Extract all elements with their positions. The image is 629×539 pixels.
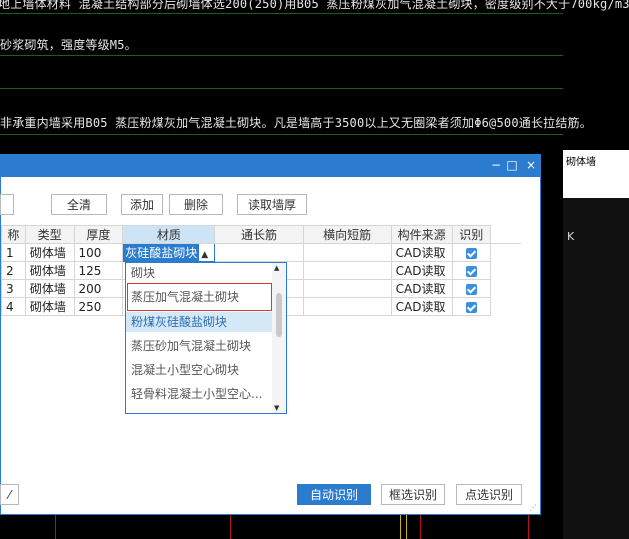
row-long-bar[interactable] — [214, 243, 304, 262]
point-identify-button[interactable]: 点选识别 — [456, 484, 522, 505]
auto-identify-button[interactable]: 自动识别 — [297, 484, 371, 505]
cad-note-line-2: 砂浆砌筑，强度等级M5。 — [0, 38, 137, 52]
side-panel-canvas — [563, 198, 629, 539]
row-thickness[interactable]: 125 — [73, 261, 124, 280]
row-short-bar[interactable] — [302, 279, 392, 298]
cad-guide-line — [0, 134, 563, 135]
maximize-button[interactable]: □ — [503, 157, 521, 173]
dropdown-option[interactable]: 蒸压砂加气混凝土砌块 — [126, 336, 276, 356]
row-short-bar[interactable] — [302, 297, 392, 316]
checkbox-checked-icon[interactable] — [465, 283, 477, 295]
box-identify-button[interactable]: 框选识别 — [381, 484, 445, 505]
side-panel — [563, 150, 629, 539]
column-filler — [489, 225, 522, 244]
cad-yellow-line — [400, 515, 401, 539]
row-type: 砌体墙 — [24, 261, 75, 280]
add-button[interactable]: 添加 — [121, 194, 163, 215]
row-short-bar[interactable] — [302, 243, 392, 262]
row-type: 砌体墙 — [24, 279, 75, 298]
cad-note-line-3: 非承重内墙采用B05 蒸压粉煤灰加气混凝土砌块。凡是墙高于3500以上又无圈梁者… — [0, 116, 592, 130]
dropdown-option[interactable]: 砌块 — [126, 263, 276, 283]
material-dropdown[interactable]: 砌块 蒸压加气混凝土砌块 粉煤灰硅酸盐砌块 蒸压砂加气混凝土砌块 混凝土小型空心… — [125, 262, 287, 414]
row-thickness[interactable]: 250 — [73, 297, 124, 316]
dropdown-option[interactable]: 轻骨料混凝土小型空心... — [126, 384, 276, 404]
row-id: 4 — [1, 297, 26, 316]
row-source: CAD读取 — [390, 297, 453, 316]
checkbox-checked-icon[interactable] — [465, 265, 477, 277]
chevron-up-icon[interactable]: ▲ — [201, 250, 208, 260]
row-type: 砌体墙 — [24, 243, 75, 262]
close-button[interactable]: × — [522, 157, 540, 173]
dropdown-option[interactable]: 混凝土小型空心砌块 — [126, 360, 276, 380]
delete-button[interactable]: 删除 — [169, 194, 223, 215]
checkbox-checked-icon[interactable] — [465, 247, 477, 259]
cad-red-line — [528, 515, 529, 539]
row-id: 3 — [1, 279, 26, 298]
row-filler — [490, 244, 520, 262]
row-filler — [490, 262, 520, 280]
clear-all-button[interactable]: 全清 — [51, 194, 107, 215]
column-header-short-bar: 横向短筋 — [302, 225, 392, 244]
cad-guide-line — [0, 55, 563, 56]
scroll-down-arrow-icon[interactable]: ▼ — [274, 404, 279, 412]
identify-checkbox[interactable] — [451, 297, 491, 316]
column-header-long-bar: 通长筋 — [214, 225, 304, 244]
cad-guide-line — [0, 88, 563, 89]
resize-grip-icon[interactable]: ⋰ — [529, 503, 537, 512]
column-header-type: 类型 — [24, 225, 75, 244]
row-id: 2 — [1, 261, 26, 280]
column-header-name: 称 — [1, 225, 26, 244]
side-panel-tab[interactable]: 砌体墙 — [566, 153, 596, 168]
cad-red-line — [420, 515, 421, 539]
cad-red-line — [230, 515, 231, 539]
side-panel-label: K — [567, 230, 575, 243]
column-header-thickness: 厚度 — [73, 225, 124, 244]
scrollbar-thumb[interactable] — [276, 293, 282, 337]
toolbar-left-edge-button[interactable] — [0, 194, 14, 215]
row-source: CAD读取 — [390, 261, 453, 280]
cad-lower-area — [0, 515, 563, 539]
identify-checkbox[interactable] — [451, 279, 491, 298]
column-header-source: 构件来源 — [390, 225, 453, 244]
cad-note-line-1: 地上墙体材料 混凝土结构部分后砌墙体选200(250)用B05 蒸压粉煤灰加气混… — [0, 0, 629, 11]
dropdown-option[interactable]: 蒸压加气混凝土砌块 — [126, 287, 276, 307]
cad-yellow-line — [406, 515, 407, 539]
row-filler — [490, 298, 520, 316]
identify-checkbox[interactable] — [451, 261, 491, 280]
row-id: 1 — [1, 243, 26, 262]
cad-guide-line — [0, 13, 563, 14]
left-edge-button[interactable]: ⁄ — [0, 484, 19, 505]
cad-red-line — [55, 515, 56, 539]
row-thickness[interactable]: 100 — [73, 243, 124, 262]
dropdown-option-selected[interactable]: 粉煤灰硅酸盐砌块 — [126, 312, 276, 332]
column-header-material: 材质 — [122, 225, 216, 244]
row-source: CAD读取 — [390, 243, 453, 262]
dialog-titlebar[interactable]: − □ × — [1, 155, 541, 177]
scroll-up-arrow-icon[interactable]: ▲ — [274, 264, 279, 272]
dropdown-scrollbar[interactable]: ▲ ▼ — [272, 263, 286, 413]
row-thickness[interactable]: 200 — [73, 279, 124, 298]
row-type: 砌体墙 — [24, 297, 75, 316]
table-row[interactable]: 1 砌体墙 100 灰硅酸盐砌块 ▲ CAD读取 — [1, 243, 521, 262]
row-short-bar[interactable] — [302, 261, 392, 280]
identify-checkbox[interactable] — [451, 243, 491, 262]
read-thickness-button[interactable]: 读取墙厚 — [237, 194, 307, 215]
column-header-identify: 识别 — [451, 225, 491, 244]
material-select-value: 灰硅酸盐砌块 — [123, 244, 200, 261]
checkbox-checked-icon[interactable] — [465, 301, 477, 313]
material-select[interactable]: 灰硅酸盐砌块 ▲ — [122, 243, 216, 262]
row-source: CAD读取 — [390, 279, 453, 298]
wall-identify-dialog: − □ × 全清 添加 删除 读取墙厚 称 类型 厚度 材质 通长筋 横向短筋 … — [0, 154, 541, 515]
row-filler — [490, 280, 520, 298]
